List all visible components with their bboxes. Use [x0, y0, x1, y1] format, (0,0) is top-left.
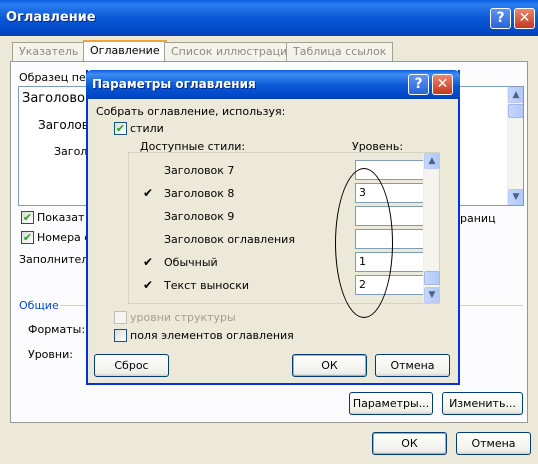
tab-toc[interactable]: Оглавление: [83, 40, 167, 62]
style-name: Заголовок 9: [164, 210, 235, 223]
modify-button[interactable]: Изменить...: [442, 392, 523, 415]
general-group-label: Общие: [19, 299, 59, 312]
options-title-bar[interactable]: Параметры оглавления ? ✕: [86, 70, 460, 99]
cancel-button[interactable]: Отмена: [456, 432, 531, 455]
tab-index[interactable]: Указатель: [12, 42, 86, 61]
ok-button[interactable]: ОК: [372, 432, 447, 455]
toc-dialog-title: Оглавление: [6, 10, 96, 25]
scroll-up-icon[interactable]: ▲: [424, 153, 440, 169]
tab-leader-label: Заполнитель: [19, 253, 95, 266]
style-check-icon: ✔: [143, 255, 154, 269]
tab-figures[interactable]: Список иллюстраций: [164, 42, 302, 61]
style-name: Обычный: [164, 256, 218, 269]
levels-label: Уровни:: [28, 348, 73, 361]
tab-authorities[interactable]: Таблица ссылок: [286, 42, 394, 61]
style-name: Заголовок 7: [164, 164, 235, 177]
style-check-icon: ✔: [143, 186, 154, 200]
styles-checkbox[interactable]: ✔: [114, 122, 127, 135]
reset-button[interactable]: Сброс: [94, 354, 169, 377]
preview-scroll-thumb[interactable]: [508, 104, 523, 118]
close-icon[interactable]: ✕: [514, 8, 535, 29]
build-from-label: Собрать оглавление, используя:: [96, 105, 286, 118]
help-icon[interactable]: ?: [490, 8, 511, 29]
toc-fields-checkbox[interactable]: [114, 329, 127, 342]
toc-options-dialog: Параметры оглавления ? ✕ Собрать оглавле…: [86, 70, 460, 385]
options-close-icon[interactable]: ✕: [432, 74, 453, 95]
options-dialog-title: Параметры оглавления: [92, 77, 256, 91]
styles-checkbox-label: стили: [130, 122, 164, 135]
scroll-up-icon[interactable]: ▲: [508, 87, 523, 103]
outline-levels-label: уровни структуры: [130, 311, 236, 324]
style-name: Заголовок 8: [164, 187, 235, 200]
preview-scrollbar[interactable]: ▲ ▼: [507, 87, 523, 205]
style-check-icon: ✔: [143, 278, 154, 292]
outline-levels-checkbox: [114, 311, 127, 324]
show-page-numbers-label: Показат: [37, 211, 85, 224]
options-ok-button[interactable]: ОК: [292, 354, 367, 377]
options-help-icon[interactable]: ?: [408, 74, 429, 95]
hyperlinks-label: раниц: [460, 212, 496, 225]
annotation-ellipse: [335, 168, 393, 318]
options-cancel-button[interactable]: Отмена: [375, 354, 450, 377]
styles-list: Заголовок 7 ✔ Заголовок 8 3 Заголовок 9 …: [128, 152, 440, 304]
style-name: Заголовок оглавления: [164, 233, 295, 246]
preview-line-3: Загол: [54, 145, 88, 158]
toc-dialog-title-bar[interactable]: Оглавление ? ✕: [0, 0, 538, 36]
scroll-down-icon[interactable]: ▼: [508, 189, 523, 205]
right-align-checkbox[interactable]: ✔: [21, 231, 34, 244]
styles-scroll-thumb[interactable]: [424, 271, 440, 285]
show-page-numbers-checkbox[interactable]: ✔: [21, 211, 34, 224]
scroll-down-icon[interactable]: ▼: [424, 287, 440, 303]
preview-line-1: Заголовок: [22, 91, 93, 106]
options-button[interactable]: Параметры...: [349, 392, 433, 415]
toc-fields-label: поля элементов оглавления: [130, 329, 294, 342]
styles-scrollbar[interactable]: ▲ ▼: [423, 153, 440, 303]
style-name: Текст выноски: [164, 279, 250, 292]
formats-label: Форматы:: [28, 323, 86, 336]
